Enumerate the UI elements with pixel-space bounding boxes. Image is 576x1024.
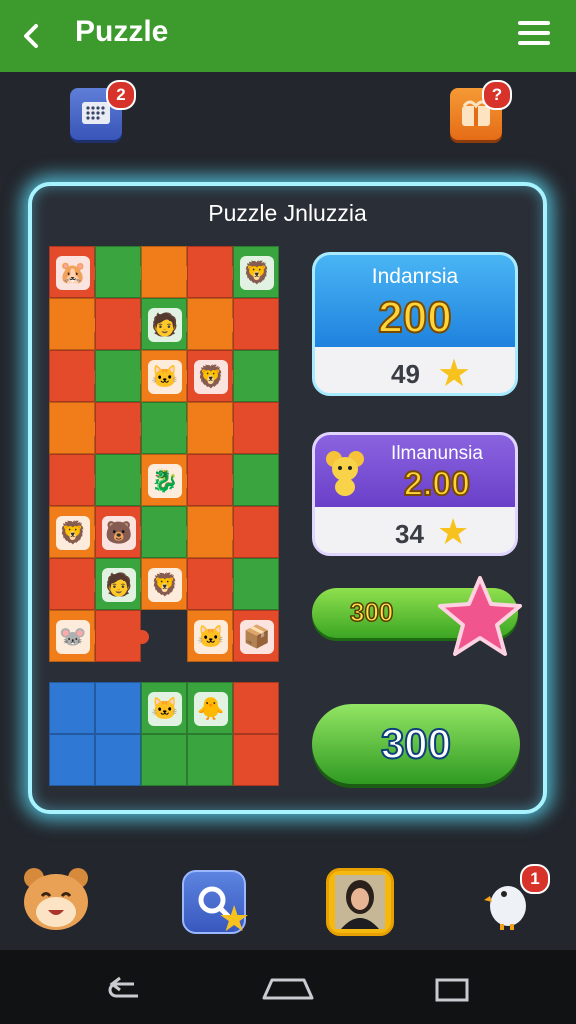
puzzle-piece[interactable]: 🐭 <box>49 610 103 662</box>
puzzle-character-image: 🦁 <box>148 568 182 602</box>
panel-title: Puzzle Jnluzzia <box>208 200 367 226</box>
score-card-2[interactable]: Ilmanunsia 2.00 34 ★ <box>312 432 518 556</box>
puzzle-piece[interactable] <box>95 246 149 298</box>
puzzle-character-image: 🐥 <box>194 692 228 726</box>
puzzle-piece[interactable] <box>49 298 103 350</box>
puzzle-piece[interactable]: 🐹 <box>49 246 103 298</box>
puzzle-piece[interactable]: 🦁 <box>187 350 241 402</box>
puzzle-piece[interactable]: 🐱 <box>141 350 195 402</box>
puzzle-character-image: 🐱 <box>194 620 228 654</box>
puzzle-piece[interactable]: 🧑 <box>141 298 195 350</box>
puzzle-piece[interactable]: 🐱 <box>141 682 187 734</box>
puzzle-piece[interactable] <box>187 298 241 350</box>
puzzle-character-image: 🐱 <box>148 360 182 394</box>
puzzle-piece[interactable]: 🦁 <box>233 246 279 298</box>
puzzle-character-image: 🐱 <box>148 692 182 726</box>
card-1-sub-value: 49 <box>391 359 420 389</box>
puzzle-piece[interactable] <box>233 558 279 610</box>
score-card-1[interactable]: Indanrsia 200 49 ★ <box>312 252 518 396</box>
puzzle-character-image: 📦 <box>240 620 274 654</box>
puzzle-piece[interactable] <box>187 402 241 454</box>
player-portrait-icon <box>335 875 385 929</box>
puzzle-piece[interactable]: 🐱 <box>187 610 241 662</box>
bar-value: 300 <box>349 596 394 628</box>
player-portrait-button[interactable] <box>326 868 394 936</box>
puzzle-piece[interactable] <box>95 682 141 734</box>
puzzle-piece[interactable] <box>95 734 141 786</box>
puzzle-character-image: 🐭 <box>56 620 90 654</box>
puzzle-piece[interactable]: 📦 <box>233 610 279 662</box>
puzzle-character-image: 🦁 <box>56 516 90 550</box>
puzzle-tray[interactable]: 🐱 🐥 <box>49 682 281 786</box>
puzzle-character-image: 🧑 <box>102 568 136 602</box>
hamster-avatar-icon[interactable] <box>22 866 90 932</box>
puzzle-character-image: 🐹 <box>56 256 90 290</box>
nav-home-icon[interactable] <box>258 972 318 1004</box>
puzzle-piece[interactable] <box>49 350 103 402</box>
puzzle-piece[interactable] <box>95 610 149 662</box>
puzzle-piece[interactable] <box>233 506 279 558</box>
puzzle-character-image: 🦁 <box>194 360 228 394</box>
puzzle-piece[interactable]: 🦁 <box>49 506 103 558</box>
puzzle-piece[interactable] <box>233 298 279 350</box>
puzzle-piece[interactable] <box>233 734 279 786</box>
puzzle-piece[interactable] <box>141 402 195 454</box>
puzzle-piece[interactable] <box>95 350 149 402</box>
puzzle-piece[interactable]: 🧑 <box>95 558 149 610</box>
puzzle-piece[interactable] <box>49 402 103 454</box>
puzzle-piece[interactable] <box>233 682 279 734</box>
messages-badge: 2 <box>106 80 136 110</box>
puzzle-piece[interactable] <box>95 402 149 454</box>
card-2-sub-value: 34 <box>395 519 424 549</box>
card-1-value: 200 <box>377 292 452 343</box>
gift-badge: ? <box>482 80 512 110</box>
puzzle-piece[interactable]: 🐥 <box>187 682 233 734</box>
puzzle-piece[interactable]: 🦁 <box>141 558 195 610</box>
puzzle-piece[interactable]: 🐻 <box>95 506 149 558</box>
puzzle-piece[interactable] <box>187 558 241 610</box>
puzzle-board[interactable]: 🐹 🦁 🧑 🐱 🦁 🐉 🦁 🐻 🧑 🦁 🐭 🐱 📦 <box>49 246 281 662</box>
mouse-mascot-icon <box>326 451 364 496</box>
pink-star-icon <box>438 576 522 656</box>
hamburger-menu-icon[interactable] <box>514 16 554 52</box>
card-1-name: Indanrsia <box>371 265 459 288</box>
claim-300-label: 300 <box>380 719 452 768</box>
page-title: Puzzle <box>75 15 169 48</box>
puzzle-piece[interactable] <box>141 734 187 786</box>
puzzle-piece[interactable] <box>187 506 241 558</box>
nav-recent-icon[interactable] <box>432 976 472 1004</box>
star-icon: ★ <box>218 898 251 939</box>
puzzle-piece[interactable] <box>233 402 279 454</box>
star-icon: ★ <box>437 353 472 395</box>
puzzle-piece[interactable] <box>49 682 95 734</box>
chevron-left-icon[interactable] <box>14 18 50 54</box>
puzzle-knob <box>135 630 149 644</box>
puzzle-character-image: 🐉 <box>148 464 182 498</box>
puzzle-piece[interactable] <box>141 506 195 558</box>
puzzle-piece[interactable] <box>187 734 233 786</box>
puzzle-piece[interactable] <box>141 246 195 298</box>
puzzle-character-image: 🦁 <box>240 256 274 290</box>
puzzle-character-image: 🧑 <box>148 308 182 342</box>
puzzle-piece[interactable] <box>187 246 241 298</box>
puzzle-piece[interactable] <box>187 454 241 506</box>
puzzle-piece[interactable] <box>95 298 149 350</box>
puzzle-piece[interactable] <box>49 454 103 506</box>
bird-badge: 1 <box>520 864 550 894</box>
puzzle-piece[interactable] <box>95 454 149 506</box>
puzzle-piece[interactable]: 🐉 <box>141 454 195 506</box>
puzzle-piece[interactable] <box>49 734 95 786</box>
puzzle-piece[interactable] <box>233 454 279 506</box>
puzzle-character-image: 🐻 <box>102 516 136 550</box>
puzzle-piece[interactable] <box>49 558 103 610</box>
nav-back-icon[interactable] <box>104 974 144 1004</box>
star-icon: ★ <box>437 511 470 552</box>
puzzle-piece[interactable] <box>233 350 279 402</box>
